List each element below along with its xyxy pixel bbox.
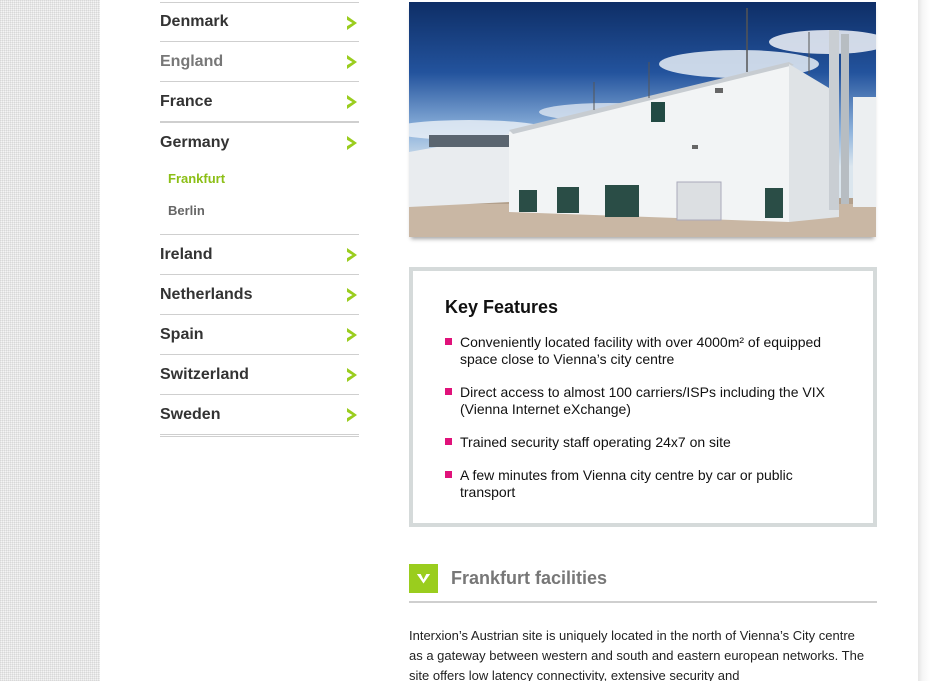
nav-item-label: Germany [160,133,230,151]
feature-text: Direct access to almost 100 carriers/ISP… [460,384,825,417]
square-bullet-icon [445,388,452,395]
nav-item-label: Ireland [160,245,213,263]
key-features-box: Key Features Conveniently located facili… [409,267,877,527]
right-gutter [918,0,930,681]
collapse-toggle-button[interactable] [409,564,438,593]
nav-subitem-berlin[interactable]: Berlin [160,194,359,226]
nav-group-germany: Germany Frankfurt Berlin [160,122,359,235]
arrow-right-icon [347,136,357,150]
nav-item-label: Netherlands [160,285,253,303]
country-nav: Denmark England France Germany Frankfurt… [160,2,359,437]
feature-list: Conveniently located facility with over … [445,334,841,501]
square-bullet-icon [445,438,452,445]
hero-photo [409,2,876,237]
nav-item-label: Denmark [160,13,229,30]
nav-item-label: England [160,52,224,70]
nav-item-france[interactable]: France [160,82,359,122]
arrow-right-icon [347,328,357,342]
nav-item-label: Switzerland [160,365,249,383]
nav-item-germany[interactable]: Germany [160,122,359,162]
arrow-right-icon [347,368,357,382]
nav-subitem-label: Berlin [168,202,205,218]
nav-item-netherlands[interactable]: Netherlands [160,275,359,315]
arrow-right-icon [347,288,357,302]
section-title: Frankfurt facilities [451,568,608,588]
nav-item-england[interactable]: England [160,42,359,82]
list-item: Conveniently located facility with over … [445,334,841,368]
square-bullet-icon [445,471,452,478]
nav-item-ireland[interactable]: Ireland [160,235,359,275]
feature-text: A few minutes from Vienna city centre by… [460,467,793,500]
nav-item-spain[interactable]: Spain [160,315,359,355]
list-item: Direct access to almost 100 carriers/ISP… [445,384,841,418]
nav-item-denmark[interactable]: Denmark [160,2,359,42]
facilities-section-header[interactable]: Frankfurt facilities [409,556,877,603]
nav-subitem-frankfurt[interactable]: Frankfurt [160,162,359,194]
square-bullet-icon [445,338,452,345]
arrow-right-icon [347,408,357,422]
nav-divider [160,435,359,437]
feature-text: Trained security staff operating 24x7 on… [460,434,731,450]
nav-subitem-label: Frankfurt [168,170,226,186]
nav-item-sweden[interactable]: Sweden [160,395,359,435]
nav-item-label: France [160,92,213,110]
features-title: Key Features [445,297,559,317]
arrow-right-icon [347,16,357,30]
list-item: A few minutes from Vienna city centre by… [445,467,841,501]
chevron-down-icon [416,573,431,584]
building-illustration [409,8,876,237]
nav-item-label: Sweden [160,405,221,423]
arrow-right-icon [347,95,357,109]
list-item: Trained security staff operating 24x7 on… [445,434,841,451]
nav-item-switzerland[interactable]: Switzerland [160,355,359,395]
arrow-right-icon [347,55,357,69]
arrow-right-icon [347,248,357,262]
feature-text: Conveniently located facility with over … [460,334,822,367]
facility-description: Interxion’s Austrian site is uniquely lo… [409,628,865,681]
nav-item-label: Spain [160,325,204,343]
